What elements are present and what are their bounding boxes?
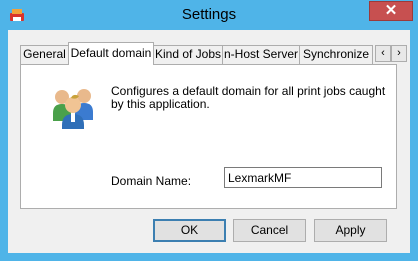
users-icon xyxy=(53,89,93,129)
apply-button[interactable]: Apply xyxy=(314,219,387,242)
dialog-body: General Default domain Kind of Jobs n-Ho… xyxy=(8,30,410,253)
window-title: Settings xyxy=(181,6,237,23)
cancel-button[interactable]: Cancel xyxy=(233,219,306,242)
close-button[interactable]: ✕ xyxy=(369,1,413,21)
tab-default-domain[interactable]: Default domain xyxy=(68,42,154,65)
title-bar[interactable]: Settings ✕ xyxy=(0,0,418,30)
panel-description: Configures a default domain for all prin… xyxy=(111,84,386,111)
tab-general[interactable]: General xyxy=(20,45,69,64)
tab-kind-of-jobs[interactable]: Kind of Jobs xyxy=(153,45,223,64)
tab-scroll-left-button[interactable]: ‹ xyxy=(375,45,391,62)
domain-name-input[interactable] xyxy=(224,167,382,188)
tab-scroll-right-button[interactable]: › xyxy=(391,45,407,62)
default-domain-panel: Configures a default domain for all prin… xyxy=(20,64,397,209)
tab-strip: General Default domain Kind of Jobs n-Ho… xyxy=(20,42,407,65)
domain-name-label: Domain Name: xyxy=(111,174,192,188)
tab-n-host-server[interactable]: n-Host Server xyxy=(222,45,300,64)
ok-button[interactable]: OK xyxy=(153,219,226,242)
tab-synchronize[interactable]: Synchronize xyxy=(299,45,373,64)
settings-window: Settings ✕ General Default domain Kind o… xyxy=(0,0,418,261)
